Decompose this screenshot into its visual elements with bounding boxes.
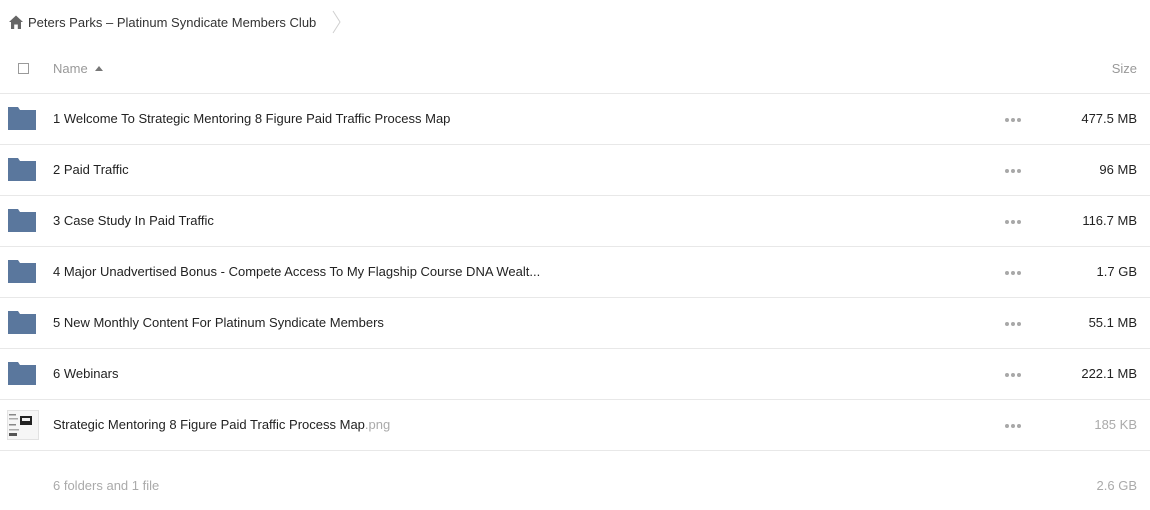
more-actions-icon[interactable] [1005,271,1021,275]
file-name[interactable]: 4 Major Unadvertised Bonus - Compete Acc… [53,264,540,279]
image-thumbnail-icon [7,410,39,440]
file-name[interactable]: 5 New Monthly Content For Platinum Syndi… [53,315,384,330]
folder-icon [8,158,36,181]
file-extension: .png [364,417,391,432]
file-name[interactable]: 2 Paid Traffic [53,162,129,177]
file-name[interactable]: 3 Case Study In Paid Traffic [53,213,214,228]
select-all-checkbox[interactable] [18,63,29,74]
more-actions-icon[interactable] [1005,373,1021,377]
file-row[interactable]: 2 Paid Traffic 96 MB [0,145,1150,196]
more-actions-icon[interactable] [1005,220,1021,224]
folder-icon [8,209,36,232]
chevron-right-icon [332,10,341,34]
file-size: 185 KB [1094,417,1137,432]
size-column-header[interactable]: Size [1112,61,1137,76]
file-name[interactable]: 1 Welcome To Strategic Mentoring 8 Figur… [53,111,450,126]
file-size: 55.1 MB [1088,315,1137,330]
file-list: 1 Welcome To Strategic Mentoring 8 Figur… [0,94,1150,451]
file-size: 222.1 MB [1081,366,1137,381]
folder-icon [8,311,36,334]
file-row[interactable]: 3 Case Study In Paid Traffic 116.7 MB [0,196,1150,247]
folder-icon [8,362,36,385]
sort-ascending-icon [94,66,103,71]
file-size: 477.5 MB [1081,111,1137,126]
more-actions-icon[interactable] [1005,118,1021,122]
file-name[interactable]: Strategic Mentoring 8 Figure Paid Traffi… [53,417,390,432]
summary-count: 6 folders and 1 file [53,478,160,493]
file-size: 1.7 GB [1096,264,1137,279]
file-row[interactable]: 6 Webinars 222.1 MB [0,349,1150,400]
file-name[interactable]: 6 Webinars [53,366,119,381]
file-list-header: Name Size [0,44,1150,94]
folder-icon [8,260,36,283]
more-actions-icon[interactable] [1005,169,1021,173]
name-column-header[interactable]: Name [53,61,103,76]
summary-total-size: 2.6 GB [1096,478,1137,493]
file-size: 96 MB [1099,162,1137,177]
name-column-label: Name [53,61,88,76]
folder-icon [8,107,36,130]
file-row[interactable]: 4 Major Unadvertised Bonus - Compete Acc… [0,247,1150,298]
file-size: 116.7 MB [1082,213,1137,228]
home-icon[interactable] [8,14,24,30]
more-actions-icon[interactable] [1005,322,1021,326]
breadcrumb: Peters Parks – Platinum Syndicate Member… [8,10,342,34]
breadcrumb-current[interactable]: Peters Parks – Platinum Syndicate Member… [28,15,316,30]
file-row[interactable]: Strategic Mentoring 8 Figure Paid Traffi… [0,400,1150,451]
file-row[interactable]: 1 Welcome To Strategic Mentoring 8 Figur… [0,94,1150,145]
file-row[interactable]: 5 New Monthly Content For Platinum Syndi… [0,298,1150,349]
list-summary: 6 folders and 1 file 2.6 GB [0,469,1150,501]
more-actions-icon[interactable] [1005,424,1021,428]
